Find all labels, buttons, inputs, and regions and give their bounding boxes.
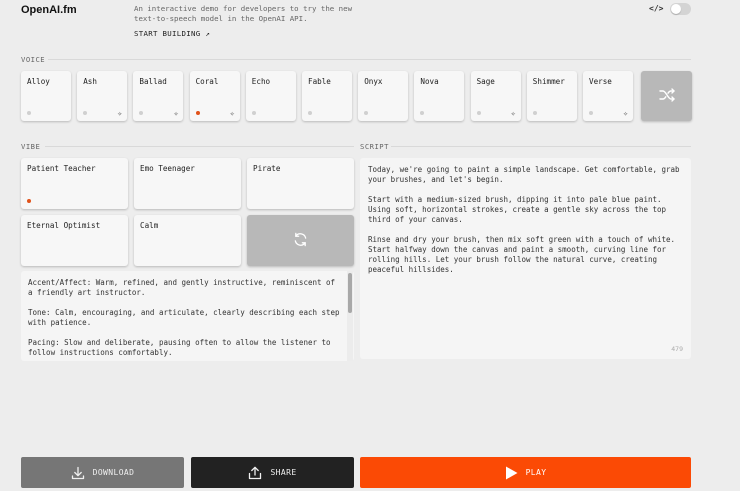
voice-card-onyx[interactable]: Onyx — [358, 71, 409, 121]
script-section-label: SCRIPT — [360, 142, 389, 151]
voice-name: Nova — [420, 77, 439, 86]
shuffle-icon — [658, 88, 675, 104]
selection-dot — [308, 111, 312, 115]
voice-card-coral[interactable]: Coral ✧ — [189, 71, 240, 121]
voice-card-sage[interactable]: Sage ✧ — [470, 71, 521, 121]
script-paragraph: Rinse and dry your brush, then mix soft … — [368, 235, 676, 274]
voice-name: Onyx — [364, 77, 383, 86]
voice-section-label: VOICE — [21, 55, 46, 64]
vibe-pacing-text: Pacing: Slow and deliberate, pausing oft… — [28, 338, 331, 357]
share-icon — [248, 466, 262, 480]
toggle-knob — [671, 4, 681, 14]
refresh-vibe-button[interactable] — [247, 215, 354, 266]
selection-dot — [27, 199, 31, 203]
script-paragraph: Today, we're going to paint a simple lan… — [368, 165, 680, 184]
download-label: DOWNLOAD — [92, 468, 135, 477]
script-textarea[interactable]: Today, we're going to paint a simple lan… — [360, 158, 691, 359]
voice-card-shimmer[interactable]: Shimmer — [526, 71, 577, 121]
vibe-card-eternal-optimist[interactable]: Eternal Optimist — [21, 215, 128, 266]
vibe-section-label: VIBE — [21, 142, 41, 151]
app-logo[interactable]: OpenAI.fm — [21, 4, 77, 16]
vibe-card-emo-teenager[interactable]: Emo Teenager — [134, 158, 241, 209]
vibe-divider — [45, 146, 354, 147]
start-building-link[interactable]: START BUILDING ↗ — [134, 29, 210, 38]
voice-card-alloy[interactable]: Alloy — [21, 71, 71, 121]
script-paragraph: Start with a medium-sized brush, dipping… — [368, 195, 667, 224]
char-count: 479 — [671, 345, 683, 353]
voice-card-echo[interactable]: Echo — [245, 71, 296, 121]
voice-name: Coral — [195, 77, 219, 86]
selection-dot — [364, 111, 369, 115]
voice-name: Shimmer — [532, 77, 565, 86]
vibe-card-calm[interactable]: Calm — [134, 215, 241, 266]
share-label: SHARE — [270, 468, 297, 477]
download-button[interactable]: DOWNLOAD — [21, 457, 184, 488]
voice-name: Echo — [251, 77, 271, 86]
refresh-icon — [293, 232, 308, 249]
vibe-card-pirate[interactable]: Pirate — [247, 158, 354, 209]
voice-name: Alloy — [27, 77, 50, 86]
voice-divider — [48, 59, 691, 60]
script-divider — [391, 146, 691, 147]
share-button[interactable]: SHARE — [191, 457, 354, 488]
sparkle-icon: ✧ — [510, 109, 516, 118]
voice-card-ballad[interactable]: Ballad ✧ — [133, 71, 184, 121]
download-icon — [71, 466, 85, 480]
voice-card-verse[interactable]: Verse ✧ — [583, 71, 633, 121]
vibe-name: Eternal Optimist — [27, 221, 101, 230]
selection-dot — [139, 111, 144, 115]
vibe-scrollbar[interactable] — [347, 271, 353, 361]
voice-name: Ash — [83, 77, 97, 86]
play-icon — [505, 466, 518, 480]
voice-name: Fable — [308, 77, 331, 86]
voice-name: Ballad — [139, 77, 167, 86]
selection-dot — [476, 111, 481, 115]
scrollbar-thumb[interactable] — [348, 273, 352, 313]
tagline: An interactive demo for developers to tr… — [134, 4, 353, 23]
voice-card-ash[interactable]: Ash ✧ — [77, 71, 128, 121]
code-toggle[interactable] — [670, 3, 691, 15]
sparkle-icon: ✧ — [623, 109, 628, 118]
selection-dot — [589, 111, 593, 115]
selection-dot — [532, 111, 537, 115]
sparkle-icon: ✧ — [117, 109, 123, 118]
voice-name: Sage — [476, 77, 495, 86]
vibe-name: Patient Teacher — [27, 164, 96, 173]
vibe-name: Calm — [140, 221, 159, 230]
vibe-accent-text: Accent/Affect: Warm, refined, and gently… — [28, 278, 336, 297]
sparkle-icon: ✧ — [173, 109, 179, 118]
selection-dot — [420, 111, 425, 115]
vibe-description[interactable]: Accent/Affect: Warm, refined, and gently… — [21, 271, 354, 361]
vibe-name: Pirate — [253, 164, 281, 173]
vibe-name: Emo Teenager — [140, 164, 195, 173]
sparkle-icon: ✧ — [229, 109, 235, 118]
selection-dot — [83, 111, 88, 115]
vibe-card-patient-teacher[interactable]: Patient Teacher — [21, 158, 128, 209]
voice-card-fable[interactable]: Fable — [302, 71, 352, 121]
selection-dot — [251, 111, 256, 115]
code-icon[interactable]: </> — [649, 4, 663, 13]
selection-dot — [27, 111, 31, 115]
play-button[interactable]: PLAY — [360, 457, 691, 488]
vibe-tone-text: Tone: Calm, encouraging, and articulate,… — [28, 308, 340, 327]
play-label: PLAY — [525, 468, 547, 477]
selection-dot — [195, 111, 200, 115]
voice-card-nova[interactable]: Nova — [414, 71, 465, 121]
voice-name: Verse — [589, 77, 612, 86]
shuffle-voice-button[interactable] — [641, 71, 692, 121]
